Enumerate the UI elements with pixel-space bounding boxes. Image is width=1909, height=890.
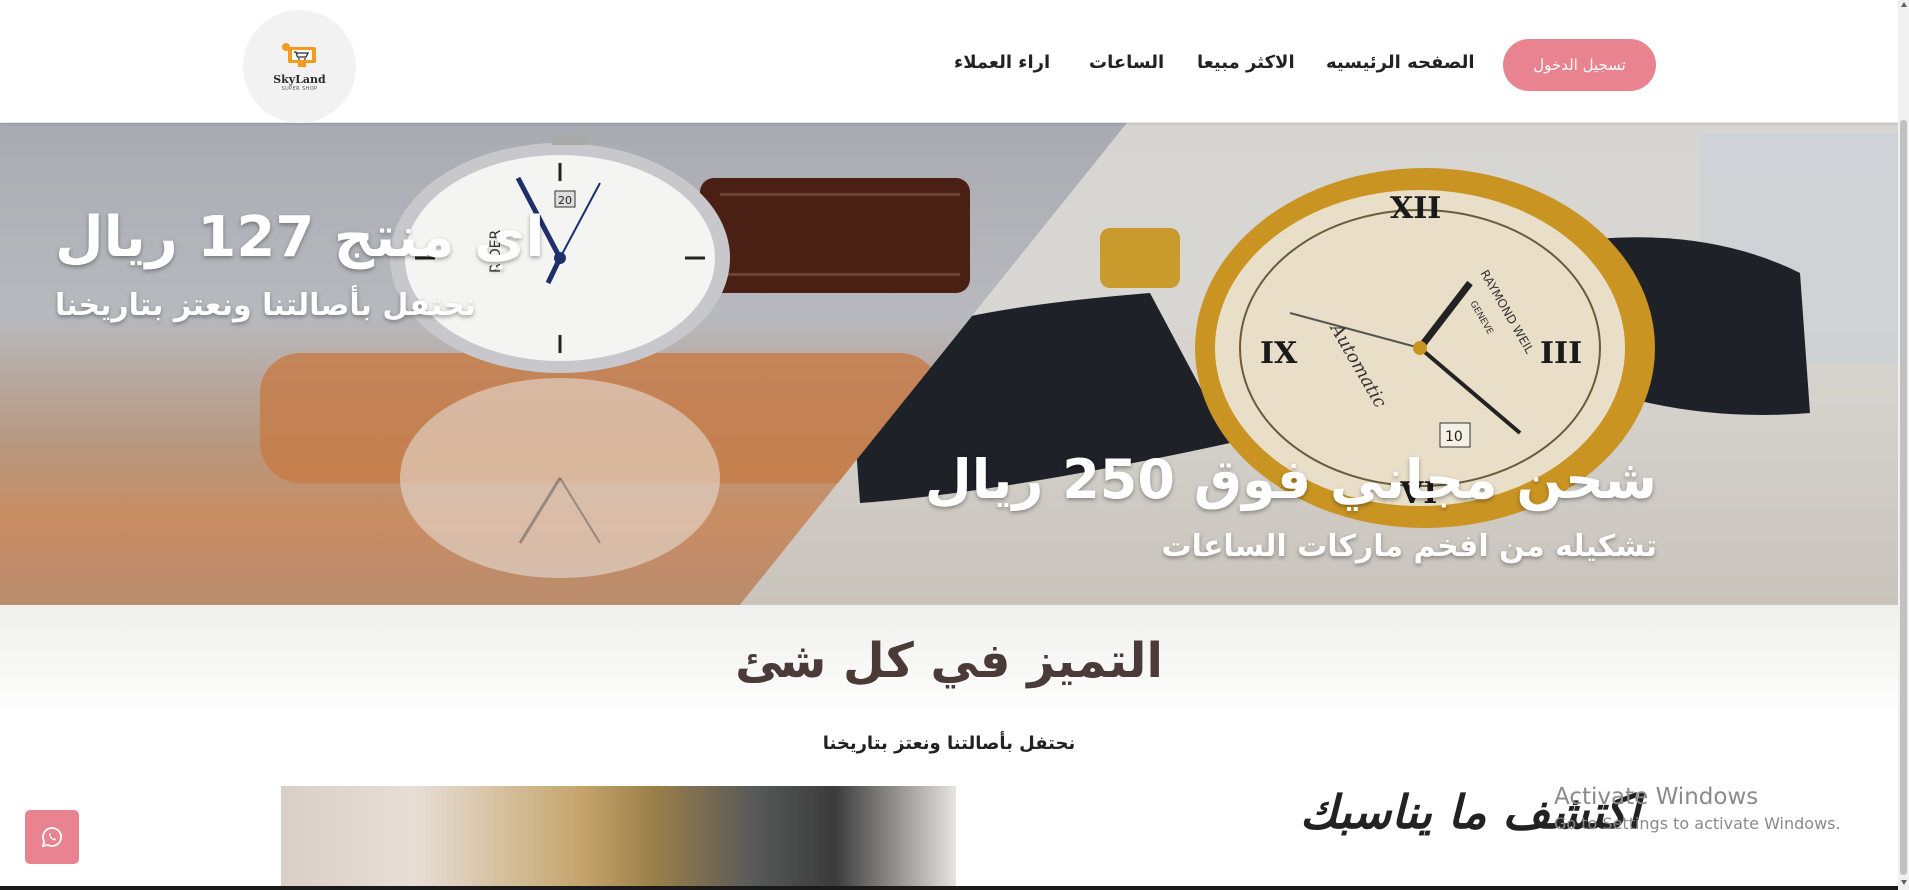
nav-home[interactable]: الصفحه الرئيسيه: [1326, 52, 1475, 73]
logo[interactable]: SkyLand SUPER SHOP: [243, 10, 356, 123]
scroll-down-arrow[interactable]: [1900, 880, 1907, 885]
activate-hint: Go to Settings to activate Windows.: [1554, 814, 1841, 833]
svg-text:XII: XII: [1390, 191, 1441, 226]
section-subtitle: نحتفل بأصالتنا ونعتز بتاريخنا: [822, 733, 1076, 754]
whatsapp-icon: [41, 827, 62, 848]
bottom-edge: [0, 886, 1898, 890]
section-title: التميز في كل شئ: [735, 633, 1163, 689]
hero-left-subtitle: نحتفل بأصالتنا ونعتز بتاريخنا: [55, 288, 476, 323]
right-watch-date: 10: [1445, 429, 1463, 445]
scroll-thumb[interactable]: [1900, 120, 1907, 875]
featured-product-image[interactable]: [281, 786, 956, 890]
svg-text:IX: IX: [1260, 336, 1298, 371]
logo-name: SkyLand: [273, 73, 326, 86]
page-scrollbar[interactable]: [1898, 0, 1909, 890]
activate-windows-watermark: Activate Windows Go to Settings to activ…: [1554, 784, 1841, 833]
hero-left-title: اي منتج 127 ريال: [55, 205, 545, 270]
cart-icon: [281, 43, 316, 67]
hero-right-subtitle: تشكيله من افخم ماركات الساعات: [1161, 529, 1657, 564]
activate-title: Activate Windows: [1554, 784, 1759, 810]
hero-right-title: شحن مجاني فوق 250 ريال: [924, 448, 1657, 511]
nav-best-selling[interactable]: الاكثر مبيعا: [1197, 52, 1295, 73]
nav-reviews[interactable]: اراء العملاء: [954, 52, 1050, 73]
logo-subtitle: SUPER SHOP: [281, 86, 318, 92]
whatsapp-button[interactable]: [25, 810, 79, 864]
scroll-up-arrow[interactable]: [1900, 2, 1907, 7]
nav-watches[interactable]: الساعات: [1089, 52, 1164, 73]
svg-text:III: III: [1540, 336, 1582, 371]
left-watch-date: 20: [558, 194, 572, 207]
login-button[interactable]: تسجيل الدخول: [1503, 39, 1656, 91]
site-header: SkyLand SUPER SHOP اراء العملاء الساعات …: [0, 0, 1898, 123]
hero-banner: RIDER 20 XII III VI IX RAYMOND WEIL GENE…: [0, 123, 1898, 605]
left-watch-image: RIDER 20: [260, 133, 970, 578]
